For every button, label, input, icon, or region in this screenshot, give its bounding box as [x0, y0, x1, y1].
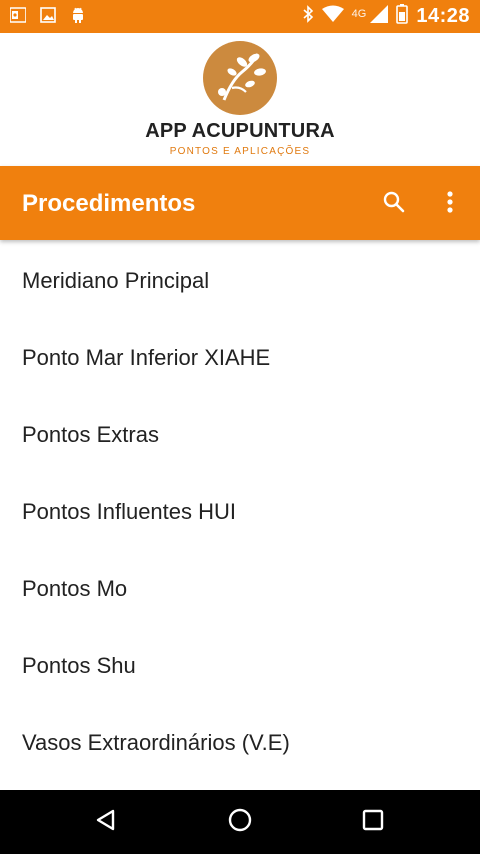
list-item[interactable]: Pontos Influentes HUI	[0, 473, 480, 550]
bluetooth-icon	[302, 5, 314, 28]
image-icon	[40, 7, 56, 28]
system-navigation-bar	[0, 790, 480, 854]
brand-name: APP ACUPUNTURA	[145, 120, 335, 142]
brand-tagline: PONTOS E APLICAÇÕES	[169, 146, 311, 157]
search-button[interactable]	[376, 186, 412, 222]
list-item[interactable]: Vasos Extraordinários (V.E)	[0, 704, 480, 781]
list-item[interactable]: Pontos Extras	[0, 396, 480, 473]
app-logo-header: APP ACUPUNTURA PONTOS E APLICAÇÕES	[0, 33, 480, 166]
procedures-list: Meridiano Principal Ponto Mar Inferior X…	[0, 242, 480, 781]
list-item[interactable]: Pontos Mo	[0, 550, 480, 627]
overflow-menu-button[interactable]	[432, 186, 468, 222]
outlook-icon	[9, 7, 27, 28]
recents-icon	[361, 808, 385, 837]
status-bar: 4G 14:28	[0, 0, 480, 33]
battery-icon	[396, 4, 409, 29]
home-icon	[227, 807, 253, 838]
toolbar-title: Procedimentos	[22, 190, 196, 217]
recents-button[interactable]	[355, 804, 391, 840]
back-icon	[94, 808, 118, 837]
search-icon	[382, 190, 406, 219]
app-toolbar: Procedimentos	[0, 166, 480, 240]
back-button[interactable]	[88, 804, 124, 840]
list-item[interactable]: Pontos Shu	[0, 627, 480, 704]
home-button[interactable]	[222, 804, 258, 840]
signal-icon	[370, 5, 389, 28]
wifi-icon	[321, 5, 344, 28]
network-type-label: 4G	[351, 7, 367, 20]
android-icon	[70, 6, 86, 29]
more-vert-icon	[446, 190, 454, 219]
list-item[interactable]: Meridiano Principal	[0, 242, 480, 319]
status-clock: 14:28	[416, 5, 470, 27]
list-item[interactable]: Ponto Mar Inferior XIAHE	[0, 319, 480, 396]
app-logo-icon	[202, 40, 278, 121]
